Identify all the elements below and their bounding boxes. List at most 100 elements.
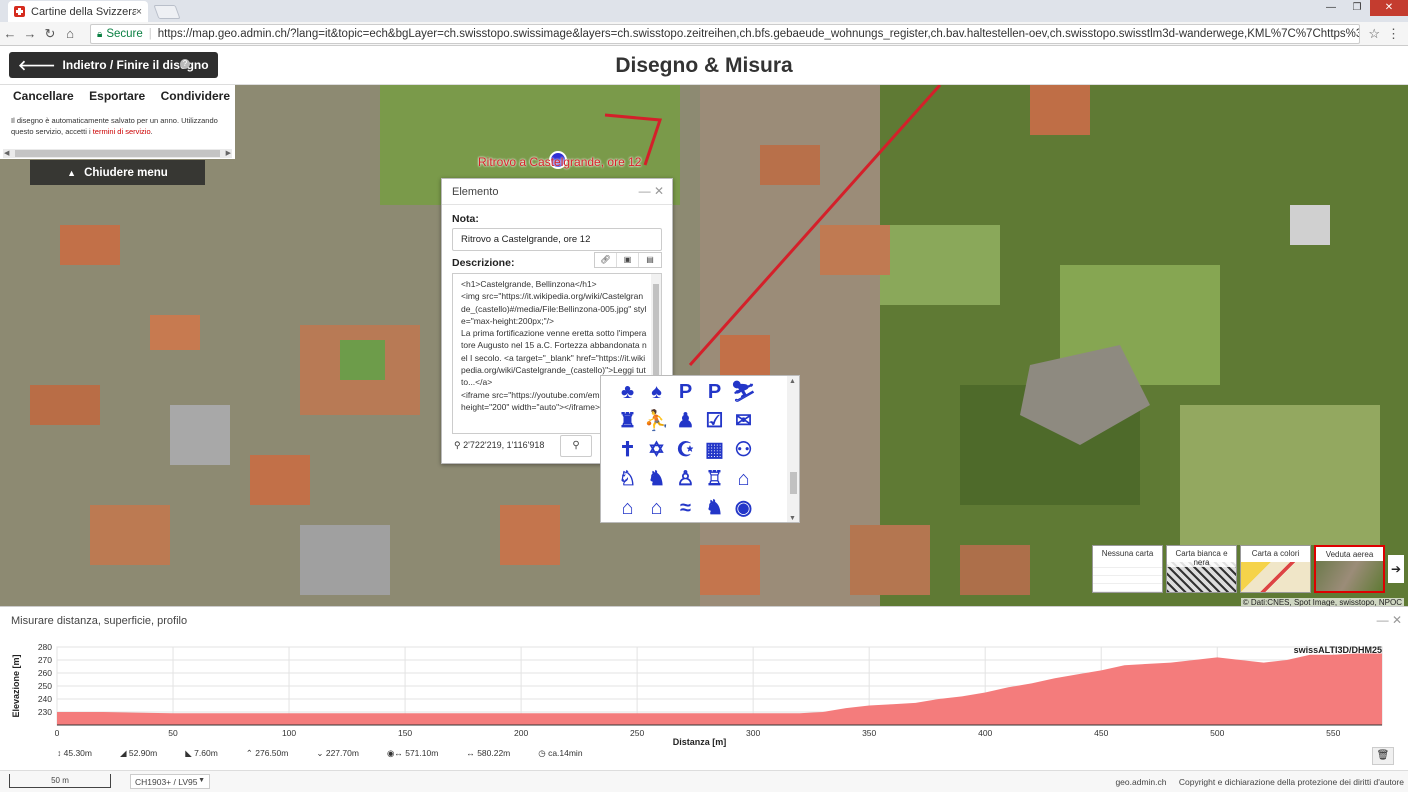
basemap-aerial[interactable]: Veduta aerea: [1314, 545, 1385, 593]
aerial-imagery: [0, 85, 1408, 606]
profile-panel: Misurare distanza, superficie, profilo —…: [0, 606, 1408, 770]
x-tick-label: 350: [862, 728, 876, 738]
terms-link[interactable]: termini di servizio: [93, 127, 151, 136]
tab-title: Cartine della Svizzera - G: [31, 5, 136, 18]
marker-symbol-icon[interactable]: P: [671, 378, 700, 407]
location-pin-icon: ⚲: [454, 440, 461, 450]
marker-symbol-icon[interactable]: ✉: [729, 407, 758, 436]
popup-header: Elemento — ✕: [442, 179, 672, 205]
scrollbar-thumb[interactable]: [790, 472, 797, 494]
close-icon[interactable]: ✕: [1392, 613, 1402, 627]
marker-symbol-icon[interactable]: ⚇: [729, 436, 758, 465]
map-view[interactable]: Ritrovo a Castelgrande, ore 12: [0, 85, 1408, 606]
marker-symbol-icon[interactable]: ♙: [671, 465, 700, 494]
marker-symbol-icon[interactable]: ⛹: [642, 407, 671, 436]
tab-close-icon[interactable]: ×: [136, 6, 142, 18]
marker-symbol-icon[interactable]: ☑: [700, 407, 729, 436]
bookmark-star-icon[interactable]: ☆: [1368, 26, 1380, 42]
stat-distance: ◉↔ 571.10m: [386, 748, 439, 758]
profile-stats: ↕ 45.30m ◢ 52.90m ◣ 7.60m ⌃ 276.50m ⌄ 22…: [57, 748, 611, 759]
icon-picker-scrollbar[interactable]: ▲ ▼: [787, 376, 799, 522]
basemap-none[interactable]: Nessuna carta: [1092, 545, 1163, 593]
image-icon[interactable]: ▣: [617, 253, 639, 267]
url-field[interactable]: 🔒︎ Secure | https://map.geo.admin.ch/?la…: [90, 24, 1360, 44]
address-bar: ← → ↻ ⌂ 🔒︎ Secure | https://map.geo.admi…: [0, 22, 1408, 46]
scrollbar-thumb[interactable]: [15, 150, 220, 157]
note-label: Nota:: [452, 213, 479, 225]
basemap-label: Nessuna carta: [1093, 549, 1162, 558]
marker-symbol-icon[interactable]: ⛷: [729, 378, 758, 407]
minimize-icon[interactable]: —: [639, 184, 651, 198]
maximize-icon[interactable]: ❐: [1344, 0, 1370, 16]
basemap-label: Veduta aerea: [1316, 550, 1383, 559]
profile-controls: — ✕: [1377, 613, 1402, 627]
minimize-icon[interactable]: —: [1318, 0, 1344, 16]
note-input[interactable]: Ritrovo a Castelgrande, ore 12: [452, 228, 662, 251]
autosave-info: Il disegno è automaticamente salvato per…: [11, 116, 218, 136]
map-marker-icon: ⚲: [572, 440, 580, 451]
scale-bar: 50 m: [9, 774, 111, 788]
marker-symbol-icon[interactable]: ◉: [729, 494, 758, 522]
close-icon[interactable]: ✕: [654, 184, 664, 198]
marker-symbol-icon[interactable]: ♟: [671, 407, 700, 436]
marker-symbol-icon[interactable]: ⌂: [729, 465, 758, 494]
y-tick-label: 240: [38, 694, 52, 704]
marker-symbol-icon[interactable]: ♞: [700, 494, 729, 522]
delete-tab[interactable]: Cancellare: [13, 89, 74, 103]
marker-symbol-icon[interactable]: ♞: [642, 465, 671, 494]
close-menu-button[interactable]: ▲ Chiudere menu: [30, 160, 205, 185]
marker-symbol-icon[interactable]: ⌂: [613, 494, 642, 522]
x-tick-label: 50: [168, 728, 178, 738]
marker-symbol-icon[interactable]: ♖: [700, 465, 729, 494]
description-toolbar: 🔗︎ ▣ ▤: [594, 252, 662, 268]
marker-symbol-icon[interactable]: ✡: [642, 436, 671, 465]
stat-highest-point: ⌃ 276.50m: [245, 748, 289, 758]
chevron-right-icon[interactable]: ➔: [1388, 555, 1404, 583]
scroll-right-icon[interactable]: ▶: [226, 149, 231, 157]
stat-slope-distance: ↔ 580.22m: [466, 748, 511, 758]
export-tab[interactable]: Esportare: [89, 89, 145, 103]
scroll-down-icon[interactable]: ▼: [789, 515, 796, 522]
scroll-up-icon[interactable]: ▲: [789, 378, 796, 385]
marker-symbol-icon[interactable]: ✝: [613, 436, 642, 465]
basemap-color[interactable]: Carta a colori: [1240, 545, 1311, 593]
marker-symbol-icon[interactable]: ☪: [671, 436, 700, 465]
marker-symbol-icon[interactable]: P: [700, 378, 729, 407]
reload-icon[interactable]: ↻: [40, 26, 60, 42]
x-tick-label: 450: [1094, 728, 1108, 738]
y-tick-label: 230: [38, 707, 52, 717]
copyright-link[interactable]: Copyright e dichiarazione della protezio…: [1179, 777, 1404, 787]
basemap-selector: Nessuna carta Carta bianca e nera Carta …: [1092, 545, 1388, 593]
marker-symbol-icon[interactable]: ≈: [671, 494, 700, 522]
home-icon[interactable]: ⌂: [60, 26, 80, 41]
marker-symbol-icon[interactable]: ♠: [642, 378, 671, 407]
back-arrow-icon[interactable]: ←: [0, 26, 20, 41]
marker-symbol-icon[interactable]: ♣: [613, 378, 642, 407]
page-title: Disegno & Misura: [615, 54, 793, 77]
footer-links: geo.admin.ch Copyright e dichiarazione d…: [1105, 777, 1404, 787]
marker-symbol-icon[interactable]: ♜: [613, 407, 642, 436]
marker-symbol-icon[interactable]: ♘: [613, 465, 642, 494]
horizontal-scrollbar[interactable]: ◀ ▶: [3, 149, 232, 158]
crs-select[interactable]: CH1903+ / LV95 ▼: [130, 774, 210, 789]
video-icon[interactable]: ▤: [639, 253, 661, 267]
link-icon[interactable]: 🔗︎: [595, 253, 617, 267]
forward-arrow-icon[interactable]: →: [20, 26, 40, 41]
basemap-grayscale[interactable]: Carta bianca e nera: [1166, 545, 1237, 593]
browser-tab[interactable]: Cartine della Svizzera - G ×: [8, 1, 148, 22]
window-close-icon[interactable]: ✕: [1370, 0, 1408, 16]
stat-ascent: ◢ 52.90m: [119, 748, 158, 758]
trash-icon[interactable]: 🗑︎: [1372, 747, 1394, 765]
share-tab[interactable]: Condividere: [161, 89, 230, 103]
marker-symbol-icon[interactable]: ⌂: [642, 494, 671, 522]
marker-symbol-icon[interactable]: ▦: [700, 436, 729, 465]
stat-lowest-point: ⌄ 227.70m: [316, 748, 359, 758]
site-link[interactable]: geo.admin.ch: [1115, 777, 1166, 787]
browser-menu-icon[interactable]: ⋮: [1387, 26, 1400, 42]
new-tab-button[interactable]: [153, 5, 181, 19]
marker-style-button[interactable]: ⚲: [560, 435, 592, 457]
minimize-icon[interactable]: —: [1377, 613, 1389, 627]
scroll-left-icon[interactable]: ◀: [4, 149, 9, 157]
x-tick-label: 250: [630, 728, 644, 738]
icon-grid: ♣ ♠ P P ⛷ ♜ ⛹ ♟ ☑ ✉ ✝ ✡ ☪ ▦ ⚇ ♘ ♞ ♙ ♖ ⌂ ⌂ ⌂ ≈ ♞ ◉: [613, 378, 783, 522]
